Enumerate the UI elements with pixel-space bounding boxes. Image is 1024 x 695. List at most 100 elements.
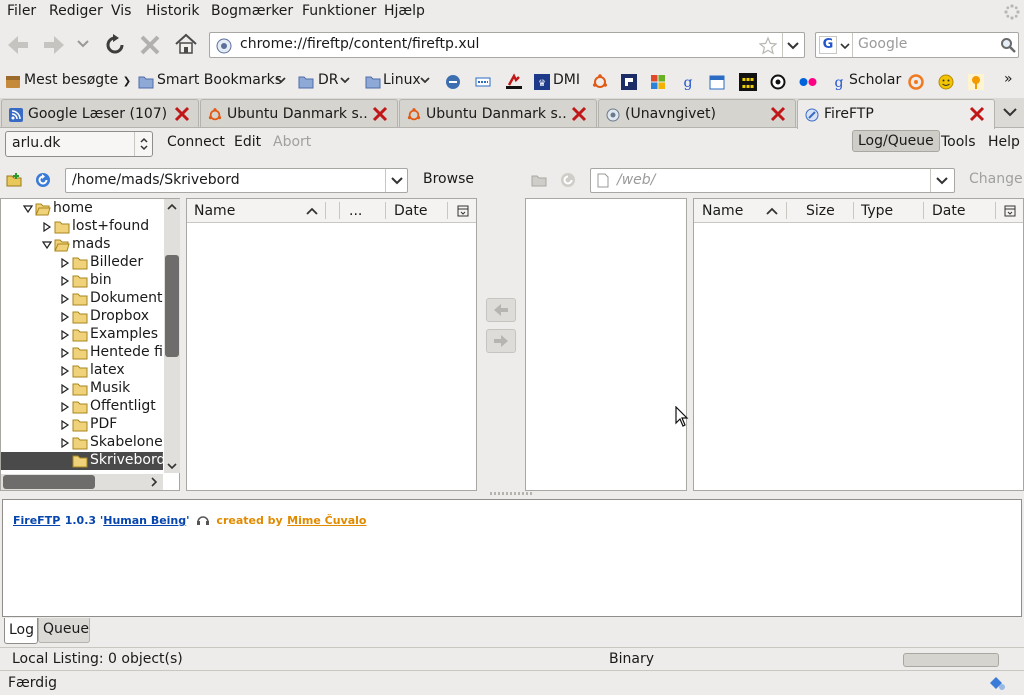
twisty-expanded-icon[interactable] [42, 240, 52, 250]
codename-link[interactable]: Human Being [103, 514, 186, 527]
twisty-collapsed-icon[interactable] [42, 222, 52, 232]
remote-path-field[interactable]: /web/ [590, 168, 955, 193]
url-bar[interactable]: chrome://fireftp/content/fireftp.xul [209, 32, 805, 58]
windows-icon[interactable] [650, 74, 666, 90]
column-type[interactable]: Type [861, 203, 893, 219]
menu-bogmaerker[interactable]: Bogmærker [211, 3, 293, 19]
bookmarks-overflow-button[interactable]: » [1004, 71, 1013, 87]
refresh-icon[interactable] [35, 172, 51, 188]
bookmark-dmi[interactable]: DMI [553, 72, 580, 88]
account-select[interactable]: arlu.dk [5, 131, 153, 157]
column-size[interactable]: Size [806, 203, 835, 219]
tree-item[interactable]: lost+found [1, 218, 163, 236]
twisty-collapsed-icon[interactable] [60, 438, 70, 448]
twisty-collapsed-icon[interactable] [60, 402, 70, 412]
back-icon[interactable] [6, 34, 30, 56]
google-icon[interactable]: g [680, 74, 696, 90]
menu-hjaelp[interactable]: Hjælp [384, 3, 425, 19]
close-tab-icon[interactable] [969, 106, 985, 122]
connect-button[interactable]: Connect [161, 131, 231, 153]
column-picker-icon[interactable] [457, 205, 469, 217]
local-file-list[interactable]: Name ... Date [186, 198, 477, 491]
search-engine-dropdown-icon[interactable] [840, 43, 850, 49]
help-button[interactable]: Help [982, 131, 1024, 153]
list-all-tabs-icon[interactable] [1003, 107, 1017, 117]
bookmark-dr[interactable]: DR [318, 72, 339, 88]
twisty-collapsed-icon[interactable] [60, 294, 70, 304]
change-button[interactable]: Change [969, 171, 1023, 187]
fireftp-link[interactable]: FireFTP [13, 514, 60, 527]
remote-refresh-icon[interactable] [560, 172, 576, 188]
column-name[interactable]: Name [702, 203, 743, 219]
close-tab-icon[interactable] [372, 106, 388, 122]
twisty-collapsed-icon[interactable] [60, 276, 70, 286]
log-queue-button[interactable]: Log/Queue [852, 130, 940, 152]
twisty-collapsed-icon[interactable] [60, 366, 70, 376]
url-dropdown-icon[interactable] [787, 42, 799, 50]
browse-button[interactable]: Browse [423, 171, 474, 187]
tab-queue[interactable]: Queue [38, 618, 90, 643]
search-engine-icon[interactable]: G [819, 36, 837, 54]
tree-item[interactable]: Dropbox [1, 308, 163, 326]
scroll-thumb[interactable] [3, 475, 95, 489]
menu-funktioner[interactable]: Funktioner [302, 3, 376, 19]
local-path-field[interactable]: /home/mads/Skrivebord [65, 168, 408, 193]
tab-fireftp[interactable]: FireFTP [797, 99, 995, 129]
tab-log[interactable]: Log [4, 618, 38, 644]
tree-item[interactable]: Skabeloner [1, 434, 163, 452]
stop-icon[interactable] [139, 34, 161, 56]
tree-item[interactable]: bin [1, 272, 163, 290]
close-tab-icon[interactable] [770, 106, 786, 122]
local-folder-tree[interactable]: home lost+found mads Billeder bin Dokumenter D… [0, 198, 180, 491]
bookmark-favicon-icon[interactable] [770, 74, 786, 90]
search-input[interactable]: Google [858, 36, 907, 52]
tree-vertical-scrollbar[interactable] [164, 199, 180, 473]
remote-folder-tree[interactable] [525, 198, 687, 491]
author-link[interactable]: Mime Čuvalo [287, 514, 366, 527]
column-name[interactable]: Name [194, 203, 235, 219]
search-icon[interactable] [1000, 37, 1016, 53]
forward-icon[interactable] [42, 34, 66, 56]
chevron-down-icon[interactable] [391, 177, 403, 185]
reload-icon[interactable] [103, 33, 127, 57]
history-dropdown-icon[interactable] [77, 40, 89, 48]
ubuntu-icon[interactable] [592, 74, 608, 90]
tools-button[interactable]: Tools [935, 131, 982, 153]
new-folder-icon[interactable] [6, 172, 22, 188]
bookmark-scholar[interactable]: Scholar [849, 72, 901, 88]
scroll-up-icon[interactable] [167, 203, 177, 210]
tree-item[interactable]: Examples [1, 326, 163, 344]
menu-vis[interactable]: Vis [111, 3, 131, 19]
tree-item[interactable]: home [1, 200, 163, 218]
tab-google-laeser[interactable]: Google Læser (107) [1, 99, 199, 127]
tab-unavngivet[interactable]: (Unavngivet) [598, 99, 796, 127]
addon-status-icon[interactable] [988, 675, 1006, 691]
scroll-down-icon[interactable] [167, 463, 177, 470]
column-extra[interactable]: ... [349, 203, 362, 219]
chevron-down-icon[interactable] [936, 177, 948, 185]
twisty-collapsed-icon[interactable] [60, 312, 70, 322]
tab-ubuntu-danmark-1[interactable]: Ubuntu Danmark s... [200, 99, 398, 127]
tree-item[interactable]: PDF [1, 416, 163, 434]
twisty-collapsed-icon[interactable] [60, 258, 70, 268]
scroll-right-icon[interactable] [151, 477, 158, 487]
calendar-icon[interactable] [709, 74, 725, 90]
column-date[interactable]: Date [394, 203, 427, 219]
bookmark-favicon-icon[interactable] [621, 74, 637, 90]
twisty-collapsed-icon[interactable] [60, 420, 70, 430]
bookmark-favicon-icon[interactable] [475, 74, 491, 90]
remote-new-folder-icon[interactable] [531, 172, 547, 188]
bookmark-favicon-icon[interactable] [505, 73, 523, 91]
bookmark-star-icon[interactable] [759, 37, 777, 55]
tab-ubuntu-danmark-2[interactable]: Ubuntu Danmark s... [399, 99, 597, 127]
bookmark-favicon-icon[interactable] [908, 74, 924, 90]
twisty-expanded-icon[interactable] [23, 204, 33, 214]
abort-button[interactable]: Abort [267, 131, 317, 153]
tree-item[interactable]: mads [1, 236, 163, 254]
menu-filer[interactable]: Filer [7, 3, 36, 19]
tree-item[interactable]: latex [1, 362, 163, 380]
bookmark-favicon-icon[interactable]: ▪▪▪ ▪▪▪ [739, 73, 757, 91]
column-picker-icon[interactable] [1004, 205, 1016, 217]
tree-item[interactable]: Offentligt [1, 398, 163, 416]
site-identity-icon[interactable] [216, 38, 232, 54]
